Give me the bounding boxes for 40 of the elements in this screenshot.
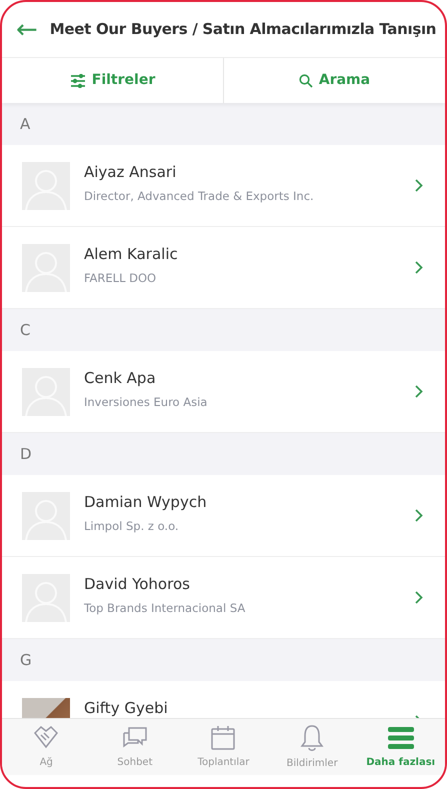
page-title: Meet Our Buyers / Satın Almacılarımızla Tanışın	[50, 19, 436, 40]
chevron-icon	[415, 591, 423, 604]
section-letter: A	[19, 114, 32, 135]
section-letter: C	[19, 320, 32, 341]
sliders-icon	[70, 74, 86, 88]
chevron-icon	[415, 385, 423, 398]
bell-icon	[299, 724, 326, 752]
menu-icon	[388, 724, 414, 750]
filter-button[interactable]: Filtreler	[70, 70, 156, 91]
contact-row[interactable]: Aiyaz Ansari Director, Advanced Trade & Exports Inc.	[2, 145, 445, 227]
tab-bar-item[interactable]: Ağ	[2, 719, 91, 775]
contact-row[interactable]: Damian Wypych Limpol Sp. z o.o.	[2, 475, 445, 557]
search-button[interactable]: Arama	[298, 70, 370, 91]
contact-row[interactable]: Alem Karalic FARELL DOO	[2, 227, 445, 309]
tab-bar-item[interactable]: Sohbet	[90, 719, 180, 775]
search-icon	[298, 74, 313, 88]
contact-name: David Yohoros	[84, 574, 191, 594]
contact-company: FARELL DOO	[84, 270, 158, 286]
tab-bar-item[interactable]: Bildirimler	[268, 719, 356, 775]
contact-name: Damian Wypych	[84, 492, 208, 512]
calendar-icon	[210, 724, 236, 750]
chevron-icon	[415, 509, 423, 522]
tab-bar-item[interactable]: Daha fazlası	[356, 719, 445, 775]
contact-row[interactable]: David Yohoros Top Brands Internacional SA	[2, 557, 445, 639]
contact-row[interactable]: Cenk Apa Inversiones Euro Asia	[2, 351, 445, 433]
contact-name: Alem Karalic	[84, 244, 179, 264]
contact-company: Director, Advanced Trade & Exports Inc.	[84, 188, 315, 204]
chevron-icon	[415, 179, 423, 192]
section-letter: D	[19, 444, 33, 465]
contact-company: Top Brands Internacional SA	[84, 600, 246, 616]
contact-company: Inversiones Euro Asia	[84, 394, 208, 410]
contact-name: Gifty Gyebi	[84, 698, 169, 718]
section-letter: G	[19, 650, 33, 671]
back-button[interactable]: ←	[16, 16, 38, 42]
contact-name: Aiyaz Ansari	[84, 162, 178, 182]
contact-name: Cenk Apa	[84, 368, 157, 388]
chevron-icon	[415, 261, 423, 274]
tab-bar-item[interactable]: Toplantılar	[179, 719, 268, 775]
contact-row[interactable]: Gifty Gyebi	[2, 681, 445, 718]
contact-company: Limpol Sp. z o.o.	[84, 518, 180, 534]
